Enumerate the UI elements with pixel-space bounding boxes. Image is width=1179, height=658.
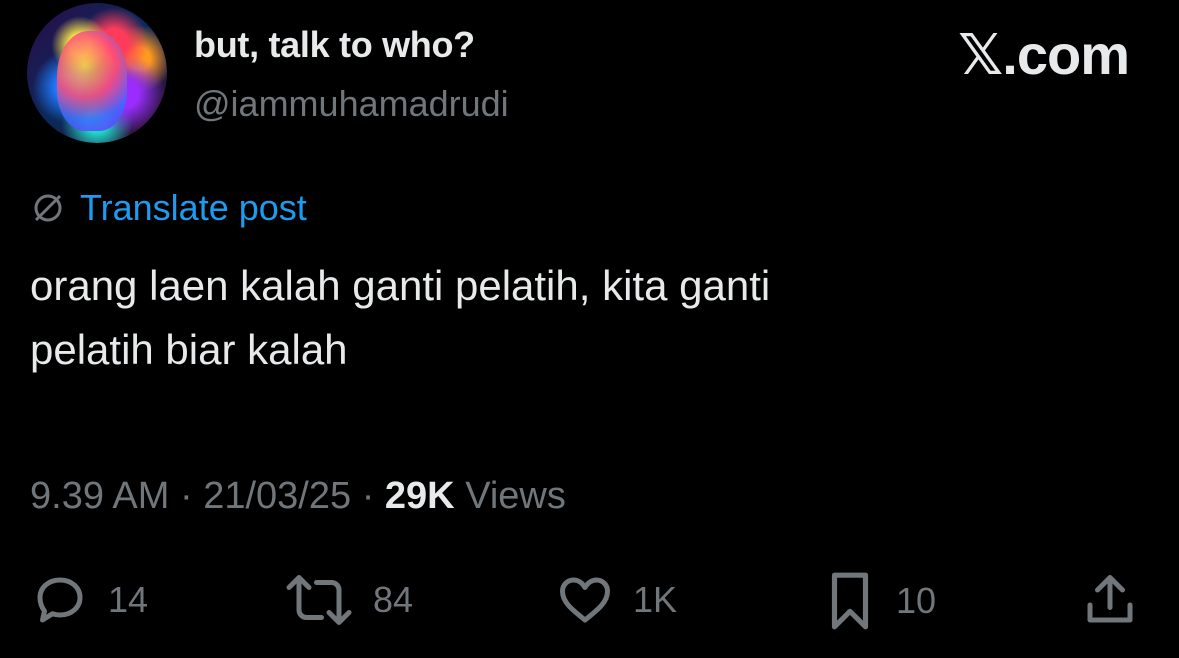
- meta-separator: ·: [361, 475, 375, 517]
- globe-slash-icon: [34, 194, 62, 222]
- repost-button[interactable]: 84: [283, 570, 413, 630]
- user-handle[interactable]: @iammuhamadrudi: [194, 83, 509, 125]
- repost-count: 84: [373, 579, 414, 620]
- post-time[interactable]: 9.39 AM: [30, 475, 169, 517]
- like-count: 1K: [633, 579, 678, 620]
- reply-count: 14: [108, 579, 149, 620]
- post-meta: 9.39 AM · 21/03/25 · 29K Views: [30, 475, 566, 518]
- action-bar: 14 84 1K 10: [0, 570, 1179, 640]
- post-text-line-1: orang laen kalah ganti pelatih, kita gan…: [30, 262, 771, 309]
- share-button[interactable]: [1080, 570, 1140, 630]
- views-count: 29K: [384, 475, 455, 517]
- views-label: Views: [465, 475, 566, 517]
- bookmark-button[interactable]: 10: [822, 570, 936, 632]
- meta-separator: ·: [179, 475, 193, 517]
- post-text: orang laen kalah ganti pelatih, kita gan…: [30, 254, 1130, 382]
- avatar[interactable]: [27, 3, 167, 143]
- post-date[interactable]: 21/03/25: [203, 475, 351, 517]
- bookmark-icon: [831, 572, 869, 630]
- display-name[interactable]: but, talk to who?: [194, 24, 475, 66]
- repost-icon: [286, 575, 352, 625]
- reply-button[interactable]: 14: [30, 570, 148, 630]
- like-button[interactable]: 1K: [555, 570, 677, 630]
- translate-post-link[interactable]: Translate post: [30, 187, 307, 229]
- heart-icon: [560, 577, 610, 623]
- x-logo: 𝕏.com: [958, 23, 1130, 86]
- bookmark-count: 10: [896, 580, 937, 621]
- avatar-face: [57, 31, 127, 131]
- translate-label[interactable]: Translate post: [80, 187, 307, 229]
- share-icon: [1087, 575, 1133, 623]
- reply-icon: [37, 577, 83, 623]
- post-text-line-2: pelatih biar kalah: [30, 326, 348, 373]
